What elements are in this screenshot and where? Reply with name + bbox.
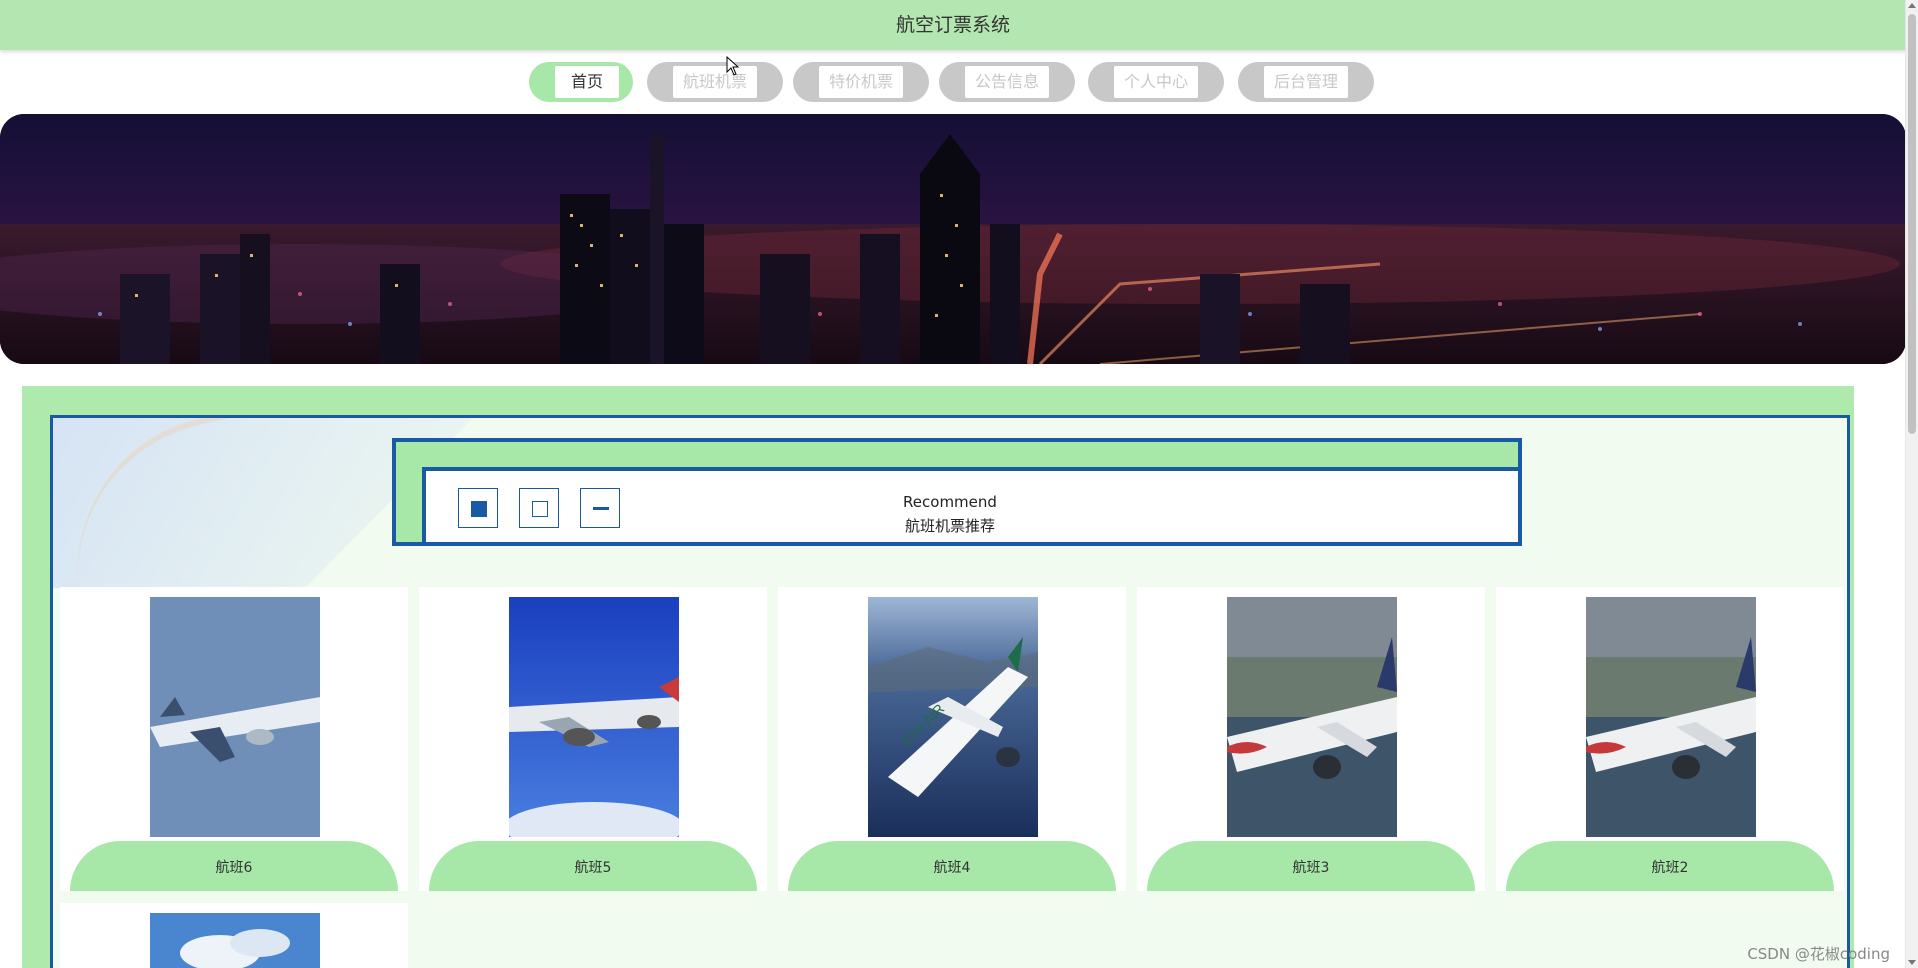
flight-card[interactable] [60,903,408,968]
flight-card-label[interactable]: 航班3 [1147,841,1475,891]
flight-card[interactable]: 航班2 [1496,587,1844,891]
nav-item-label: 后台管理 [1264,66,1348,98]
flight-card-label[interactable]: 航班5 [429,841,757,891]
nav-item-label: 公告信息 [965,66,1049,98]
nav-item-home[interactable]: 首页 [529,62,633,102]
minus-icon [580,488,620,528]
app-header: 航空订票系统 [0,0,1906,50]
flight-card[interactable]: 航班5 [419,587,767,891]
scroll-down-arrow-icon[interactable] [1908,960,1916,965]
flight-card-label[interactable]: 航班2 [1506,841,1834,891]
nav-item-special-tickets[interactable]: 特价机票 [793,62,929,102]
empty-square-icon [519,488,559,528]
flight-card[interactable]: 航班3 [1137,587,1485,891]
filled-square-icon [458,488,498,528]
flight-image[interactable]: EVA AIR [868,597,1038,837]
hero-banner-image [0,114,1906,364]
page: 航空订票系统 首页 航班机票 特价机票 公告信息 个人中心 后台管理 Recom… [0,0,1906,968]
mouse-cursor-icon [726,56,740,76]
scroll-up-arrow-icon[interactable] [1908,3,1916,8]
flight-image[interactable] [1227,597,1397,837]
section-title-english: Recommend [903,493,997,511]
top-nav: 首页 航班机票 特价机票 公告信息 个人中心 后台管理 [0,62,1906,102]
section-title-chinese: 航班机票推荐 [904,517,995,535]
flight-image[interactable] [1586,597,1756,837]
flight-image[interactable] [150,913,320,968]
page-scrollbar[interactable] [1905,0,1918,968]
app-title: 航空订票系统 [895,14,1010,36]
flight-image[interactable] [150,597,320,837]
nav-item-announcements[interactable]: 公告信息 [939,62,1075,102]
nav-item-label: 航班机票 [673,66,757,98]
scrollbar-thumb[interactable] [1908,14,1916,434]
flight-card[interactable]: 航班6 [60,587,408,891]
flight-card-label[interactable]: 航班4 [788,841,1116,891]
flight-card[interactable]: EVA AIR 航班4 [778,587,1126,891]
flight-image[interactable] [509,597,679,837]
nav-item-label: 首页 [555,66,619,98]
nav-item-label: 特价机票 [819,66,903,98]
nav-item-personal-center[interactable]: 个人中心 [1088,62,1224,102]
flight-card-label[interactable]: 航班6 [70,841,398,891]
nav-item-flights[interactable]: 航班机票 [647,62,783,102]
city-skyline-illustration [0,114,1906,364]
watermark: CSDN @花椒coding [1747,945,1890,963]
nav-item-admin[interactable]: 后台管理 [1238,62,1374,102]
nav-item-label: 个人中心 [1114,66,1198,98]
